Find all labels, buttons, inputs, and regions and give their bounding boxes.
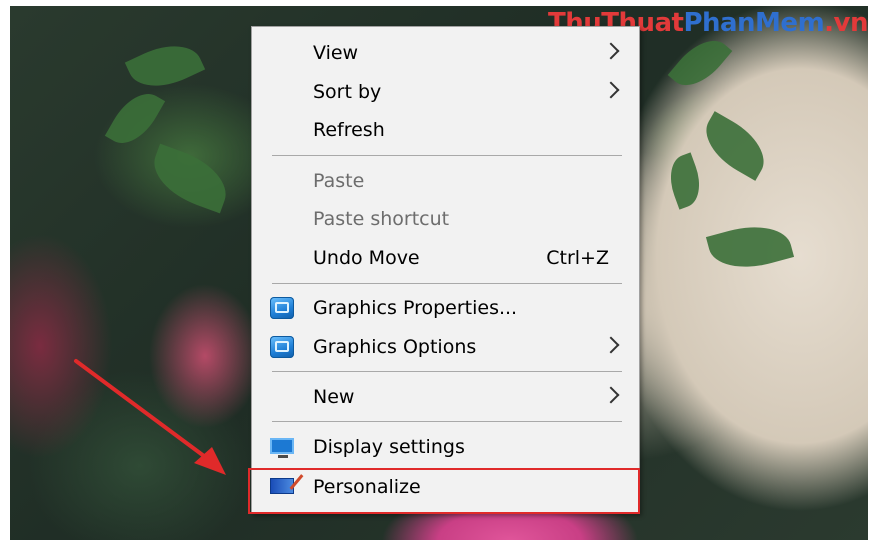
red-arrow-annotation: [74, 359, 226, 475]
leaf-decoration: [144, 143, 236, 214]
leaf-decoration: [104, 83, 166, 154]
display-icon: [270, 438, 294, 458]
menu-item-graphics-properties[interactable]: Graphics Properties...: [252, 290, 639, 326]
menu-item-graphics-options[interactable]: Graphics Options: [252, 329, 639, 365]
personalize-highlight-box: [248, 468, 640, 514]
menu-item-paste-shortcut[interactable]: Paste shortcut: [252, 201, 639, 237]
menu-separator: [272, 421, 622, 422]
keyboard-shortcut: Ctrl+Z: [546, 247, 609, 269]
menu-item-paste[interactable]: Paste: [252, 163, 639, 199]
menu-item-sort-by[interactable]: Sort by: [252, 74, 639, 110]
menu-item-label: Paste shortcut: [313, 208, 450, 230]
menu-item-label: Paste: [313, 170, 365, 192]
graphics-icon: [270, 297, 294, 319]
desktop-context-menu: View Sort by Refresh Paste Paste shortcu…: [251, 26, 640, 514]
menu-item-undo-move[interactable]: Undo Move Ctrl+Z: [252, 240, 639, 276]
leaf-decoration: [667, 29, 733, 97]
menu-item-label: Refresh: [313, 119, 385, 141]
menu-item-view[interactable]: View: [252, 35, 639, 71]
menu-item-label: Graphics Properties...: [313, 297, 518, 319]
menu-item-label: View: [313, 42, 359, 64]
menu-separator: [272, 283, 622, 284]
menu-item-label: New: [313, 386, 355, 408]
chevron-right-icon: [602, 386, 620, 404]
leaf-decoration: [705, 216, 795, 278]
leaf-decoration: [694, 111, 776, 181]
menu-item-display-settings[interactable]: Display settings: [252, 429, 639, 465]
menu-item-refresh[interactable]: Refresh: [252, 112, 639, 148]
menu-item-label: Graphics Options: [313, 336, 477, 358]
leaf-decoration: [662, 152, 708, 210]
chevron-right-icon: [602, 42, 620, 60]
chevron-right-icon: [602, 336, 620, 354]
graphics-icon: [270, 336, 294, 358]
menu-item-label: Undo Move: [313, 247, 420, 269]
menu-item-new[interactable]: New: [252, 379, 639, 415]
menu-separator: [272, 371, 622, 372]
menu-item-label: Display settings: [313, 436, 465, 458]
chevron-right-icon: [602, 81, 620, 99]
leaf-decoration: [124, 33, 206, 99]
menu-item-label: Sort by: [313, 81, 382, 103]
menu-separator: [272, 155, 622, 156]
